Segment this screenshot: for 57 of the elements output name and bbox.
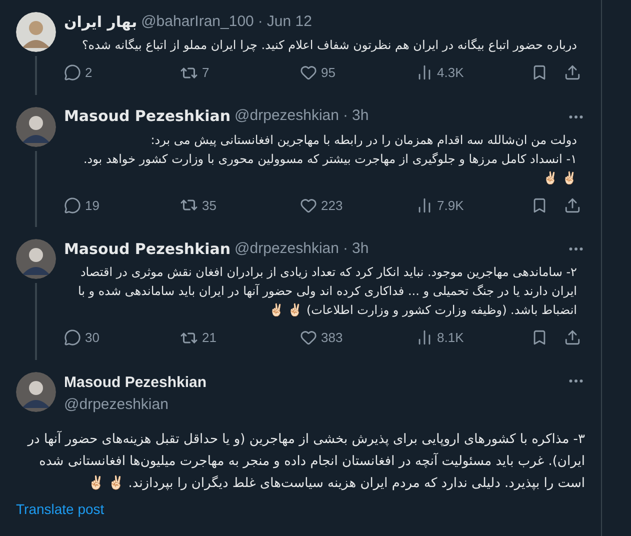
share-button[interactable]: [564, 329, 581, 346]
bookmark-button[interactable]: [531, 196, 548, 214]
author-name[interactable]: Masoud Pezeshkian: [64, 105, 231, 128]
repost-button[interactable]: 21: [180, 328, 216, 348]
views-button[interactable]: 4.3K: [416, 63, 464, 82]
speech-bubble-icon: [64, 196, 81, 214]
reply-button[interactable]: 19: [64, 196, 100, 215]
post-text: ۳- مذاکره با کشورهای اروپایی برای پذیرش بخشی از مهاجرین (و یا حداقل تقبل هزینه‌های حضور آنها در ایران). غرب باید مسئولیت آنچه در افغانستان انجام داده و منجر به مهاجرت میلیون‌ها افغانستانی شده است را بپذیرد. دلیلی ندارد که مردم ایران هزینه سیاست‌های غلط دیگران را بپردازند. ✌🏻 ✌🏻: [26, 430, 585, 492]
separator-dot: ·: [258, 12, 263, 32]
speech-bubble-icon: [64, 329, 81, 346]
translate-link[interactable]: Translate post: [16, 498, 104, 520]
thread-line: [35, 56, 37, 94]
heart-icon: [300, 196, 317, 214]
bookmark-button[interactable]: [531, 329, 548, 346]
heart-icon: [300, 64, 317, 82]
bookmark-icon: [531, 329, 548, 346]
share-button[interactable]: [564, 196, 581, 214]
author-handle[interactable]: @drpezeshkian: [234, 238, 339, 260]
share-button[interactable]: [564, 64, 581, 82]
like-button[interactable]: 383: [300, 328, 343, 348]
author-handle[interactable]: @baharIran_100: [141, 10, 254, 34]
author-handle[interactable]: @drpezeshkian: [234, 105, 339, 128]
bookmark-icon: [531, 196, 548, 214]
like-button[interactable]: 95: [300, 63, 336, 82]
post-text: دولت من ان‌شالله سه اقدام همزمان را در رابطه با مهاجرین افغانستانی پیش می برد: ۱- انسداد کامل مرزها و جلوگیری از مهاجرت بیشتر که مسوولین محوری با وزارت کشور خواهد بود. ✌🏻 ✌🏻: [82, 132, 578, 186]
author-name[interactable]: بهار ایران: [64, 10, 138, 34]
views-button[interactable]: 8.1K: [416, 328, 464, 348]
bookmark-icon: [531, 64, 548, 82]
bar-chart-icon: [416, 196, 433, 214]
share-icon: [564, 329, 581, 346]
bookmark-button[interactable]: [531, 64, 548, 82]
views-button[interactable]: 7.9K: [416, 196, 464, 215]
heart-icon: [300, 329, 317, 346]
author-handle[interactable]: @drpezeshkian: [64, 394, 207, 416]
avatar[interactable]: [16, 106, 56, 146]
share-icon: [564, 64, 581, 82]
repost-button[interactable]: 35: [180, 196, 216, 215]
repost-button[interactable]: 7: [180, 63, 210, 82]
post-time[interactable]: 3h: [352, 105, 369, 128]
separator-dot: ·: [342, 238, 348, 259]
bar-chart-icon: [416, 64, 433, 82]
post-text: ۲- ساماندهی مهاجرین موجود. نباید انکار کرد که تعداد زیادی از برادران افغان نقش موثری در اقتصاد ایران دارند یا در جنگ تحمیلی و ... فداکاری کرده اند ولی حضور آنها در ایران باید ساماندهی شده و با انضباط باشد. (وظیفه وزارت کشور و وزارت اطلاعات) ✌🏻 ✌🏻: [76, 264, 578, 319]
speech-bubble-icon: [64, 64, 81, 82]
like-button[interactable]: 223: [300, 196, 343, 215]
post-text: درباره حضور اتباع بیگانه در ایران هم نظرتون شفاف اعلام کنید. چرا ایران مملو از اتباع بیگانه شده؟: [80, 37, 578, 54]
reply-button[interactable]: 30: [64, 328, 100, 348]
post-time[interactable]: 3h: [352, 238, 369, 260]
reply-button[interactable]: 2: [64, 63, 92, 82]
share-icon: [564, 196, 581, 214]
author-name[interactable]: Masoud Pezeshkian: [64, 238, 231, 260]
avatar[interactable]: [16, 12, 56, 52]
avatar[interactable]: [16, 239, 56, 279]
separator-dot: ·: [342, 106, 348, 126]
avatar[interactable]: [16, 372, 56, 412]
author-name[interactable]: Masoud Pezeshkian: [64, 372, 207, 394]
post-time[interactable]: Jun 12: [266, 10, 312, 34]
bar-chart-icon: [416, 329, 433, 346]
